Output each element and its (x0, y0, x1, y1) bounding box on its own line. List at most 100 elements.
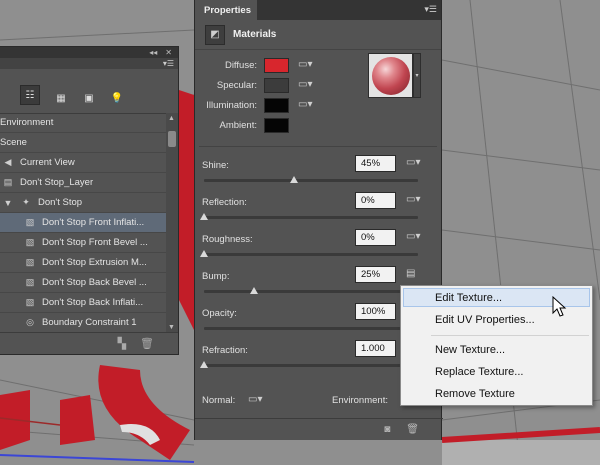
materials-header: ◩ Materials (195, 20, 441, 50)
swatch-row: Specular: ▭▾ (195, 76, 325, 94)
scene-tree-item[interactable]: ▼ ✦ Don't Stop (0, 193, 166, 213)
texture-folder-icon[interactable]: ▭▾ (298, 79, 314, 91)
material-filter-icon[interactable]: ▣ (82, 91, 96, 105)
slider-knob[interactable] (200, 250, 208, 257)
tab-properties[interactable]: Properties (195, 0, 257, 20)
scene-tree-item-label: Scene (0, 137, 27, 148)
close-icon[interactable]: ✕ (165, 48, 172, 57)
panel-menu-icon[interactable]: ▾☰ (163, 59, 174, 68)
3d-panel-titlebar: ◂◂ ✕ (0, 47, 178, 58)
texture-edit-icon[interactable]: ▤ (406, 268, 415, 279)
3d-panel-toolbar: ☷ ▦ ▣ 💡 (0, 69, 178, 114)
scene-tree-item-label: Don't Stop Back Inflati... (42, 297, 144, 308)
mesh-icon: ✦ (22, 197, 30, 207)
parameter-value-field[interactable]: 45% (355, 155, 396, 172)
slider-knob[interactable] (200, 213, 208, 220)
scene-tree-item[interactable]: ▧ Don't Stop Back Bevel ... (0, 273, 166, 293)
parameter-slider-track[interactable] (204, 364, 418, 367)
parameter-slider-track[interactable] (204, 216, 418, 219)
parameter-slider-track[interactable] (204, 290, 418, 293)
color-swatch[interactable] (264, 77, 289, 93)
scene-tree-item[interactable]: ▧ Don't Stop Front Bevel ... (0, 233, 166, 253)
material-icon: ▧ (25, 237, 35, 247)
material-sphere (371, 56, 410, 95)
material-preview[interactable] (368, 53, 413, 98)
scene-tree-item[interactable]: ▧ Don't Stop Front Inflati... (0, 213, 166, 233)
parameter-value-field[interactable]: 0% (355, 229, 396, 246)
scene-tree-item[interactable]: ▧ Don't Stop Extrusion M... (0, 253, 166, 273)
scene-filter-icon[interactable]: ☷ (20, 85, 40, 105)
parameter-label: Shine: (202, 160, 229, 171)
material-icon: ▧ (25, 217, 35, 227)
scene-tree-item-label: Don't Stop_Layer (20, 177, 94, 188)
color-swatch[interactable] (264, 57, 289, 73)
mesh-filter-icon[interactable]: ▦ (54, 91, 68, 105)
scene-tree-item[interactable]: Scene (0, 133, 166, 153)
panel-menu-icon[interactable]: ▾☰ (424, 4, 437, 15)
scene-tree-item[interactable]: Environment (0, 113, 166, 133)
parameter-slider-track[interactable] (204, 327, 418, 330)
scroll-up-icon[interactable]: ▲ (168, 115, 175, 122)
parameter-value-field[interactable]: 100% (355, 303, 396, 320)
scroll-down-icon[interactable]: ▼ (168, 324, 175, 331)
texture-folder-icon[interactable]: ▭▾ (406, 194, 420, 205)
scene-tree-item[interactable]: ◀ Current View (0, 153, 166, 173)
scene-tree-item-label: Don't Stop Extrusion M... (42, 257, 147, 268)
texture-folder-icon[interactable]: ▭▾ (298, 99, 314, 111)
scene-tree-item-label: Don't Stop Front Bevel ... (42, 237, 148, 248)
color-swatch[interactable] (264, 117, 289, 133)
expand-triangle-icon[interactable]: ▼ (2, 198, 14, 208)
3d-panel-footer: ▚ 🗑 (0, 332, 178, 354)
new-object-icon[interactable]: ▚ (118, 337, 126, 350)
scrollbar-thumb[interactable] (168, 131, 176, 147)
scene-tree-item[interactable]: ▤ Don't Stop_Layer (0, 173, 166, 193)
context-menu-item[interactable]: Remove Texture (435, 385, 515, 404)
scene-tree-item-label: Environment (0, 117, 54, 128)
parameter-value-field[interactable]: 0% (355, 192, 396, 209)
swatch-row: Diffuse: ▭▾ (195, 56, 325, 74)
trash-icon[interactable]: 🗑 (140, 337, 154, 350)
parameter-label: Refraction: (202, 345, 248, 356)
texture-folder-icon[interactable]: ▭▾ (406, 231, 420, 242)
parameter-slider-track[interactable] (204, 253, 418, 256)
camera-icon: ◀ (4, 157, 12, 167)
context-menu-item[interactable]: New Texture... (435, 341, 505, 360)
parameter-value-field[interactable]: 25% (355, 266, 396, 283)
material-icon: ▧ (25, 277, 35, 287)
color-swatch[interactable] (264, 97, 289, 113)
scene-tree-item[interactable]: ◎ Boundary Constraint 1 (0, 313, 166, 333)
slider-knob[interactable] (250, 287, 258, 294)
scene-tree-item-label: Don't Stop Front Inflati... (42, 217, 145, 228)
constraint-icon: ◎ (26, 317, 34, 327)
light-filter-icon[interactable]: 💡 (110, 91, 124, 105)
trash-icon[interactable]: 🗑 (406, 424, 419, 435)
context-menu-item[interactable]: Edit Texture... (435, 289, 502, 308)
normal-label: Normal: (202, 395, 236, 406)
parameter-label: Reflection: (202, 197, 247, 208)
materials-icon: ◩ (205, 24, 225, 45)
parameter-slider-track[interactable] (204, 179, 418, 182)
slider-knob[interactable] (290, 176, 298, 183)
texture-folder-icon[interactable]: ▭▾ (406, 157, 420, 168)
context-menu-item[interactable]: Replace Texture... (435, 363, 523, 382)
normal-folder-icon[interactable]: ▭▾ (248, 394, 262, 405)
parameter-value-field[interactable]: 1.000 (355, 340, 396, 357)
properties-tabbar: Properties ▾☰ (195, 0, 441, 20)
slider-knob[interactable] (200, 361, 208, 368)
swatch-label: Ambient: (219, 119, 258, 131)
scene-tree-item-label: Don't Stop Back Bevel ... (42, 277, 147, 288)
scene-tree-scrollbar[interactable]: ▲ ▼ (166, 113, 178, 333)
collapse-icon[interactable]: ◂◂ (149, 48, 157, 57)
material-picker-dropdown-icon[interactable]: ▾ (413, 53, 421, 98)
scene-tree-list: Environment Scene ◀ Current View ▤ Don't Stop… (0, 113, 166, 333)
texture-folder-icon[interactable]: ▭▾ (298, 59, 314, 71)
scene-tree-item-label: Don't Stop (38, 197, 83, 208)
context-menu-item[interactable]: Edit UV Properties... (435, 311, 535, 330)
parameter-row: Shine: 45% ▭▾ (195, 155, 443, 193)
properties-footer: ◙ 🗑 (195, 418, 443, 440)
parameter-label: Bump: (202, 271, 230, 282)
scene-tree-item[interactable]: ▧ Don't Stop Back Inflati... (0, 293, 166, 313)
render-icon[interactable]: ◙ (384, 424, 390, 435)
3d-panel-menubar: ▾☰ (0, 58, 178, 69)
swatch-row: Ambient: (195, 116, 325, 134)
